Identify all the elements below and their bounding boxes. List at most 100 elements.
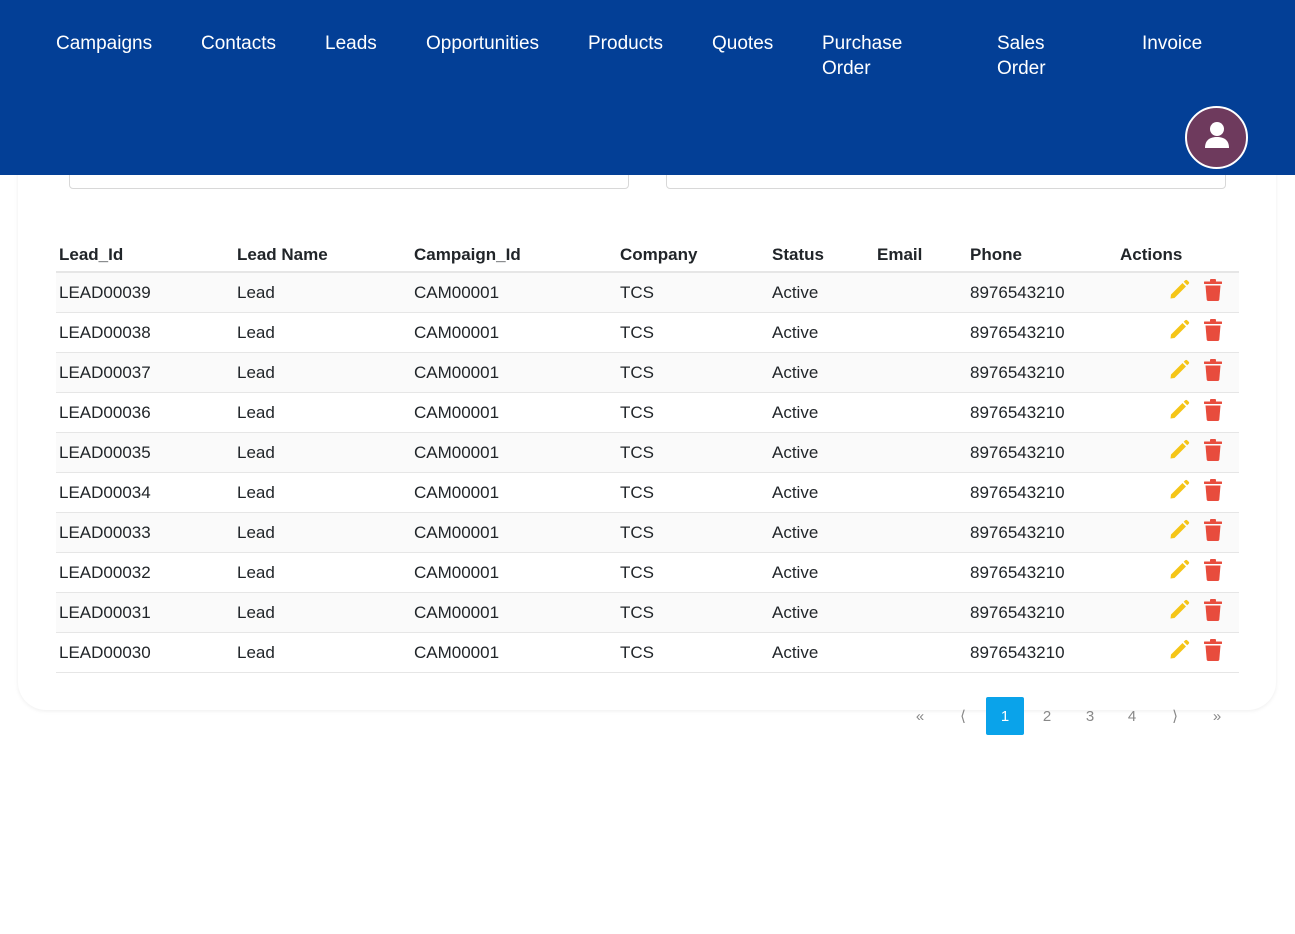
header-email[interactable]: Email <box>874 239 967 273</box>
cell-actions <box>1117 392 1239 433</box>
edit-button[interactable] <box>1168 399 1190 426</box>
cell-email <box>874 552 967 593</box>
edit-button[interactable] <box>1168 439 1190 466</box>
cell-company: TCS <box>617 272 769 313</box>
cell-lead-id: LEAD00030 <box>56 632 234 673</box>
cell-phone: 8976543210 <box>967 472 1117 513</box>
leads-table: Lead_Id Lead Name Campaign_Id Company St… <box>56 239 1239 673</box>
cell-actions <box>1117 512 1239 553</box>
cell-phone: 8976543210 <box>967 272 1117 313</box>
cell-company: TCS <box>617 432 769 473</box>
edit-button[interactable] <box>1168 639 1190 666</box>
delete-button[interactable] <box>1204 359 1222 386</box>
cell-status: Active <box>769 352 874 393</box>
cell-status: Active <box>769 632 874 673</box>
pencil-icon <box>1168 639 1190 665</box>
nav-item-leads[interactable]: Leads <box>325 31 377 56</box>
delete-button[interactable] <box>1204 559 1222 586</box>
trash-icon <box>1204 399 1222 425</box>
header-phone[interactable]: Phone <box>967 239 1117 273</box>
cell-lead-name: Lead <box>234 392 411 433</box>
edit-button[interactable] <box>1168 599 1190 626</box>
header-lead-name[interactable]: Lead Name <box>234 239 411 273</box>
cell-email <box>874 352 967 393</box>
nav-item-products[interactable]: Products <box>588 31 663 56</box>
nav-item-sales-order[interactable]: Sales Order <box>997 31 1067 81</box>
cell-company: TCS <box>617 312 769 353</box>
header-actions: Actions <box>1117 239 1239 273</box>
cell-actions <box>1117 272 1239 313</box>
cell-lead-name: Lead <box>234 512 411 553</box>
cell-lead-name: Lead <box>234 472 411 513</box>
edit-button[interactable] <box>1168 279 1190 306</box>
cell-actions <box>1117 592 1239 633</box>
cell-status: Active <box>769 272 874 313</box>
delete-button[interactable] <box>1204 279 1222 306</box>
cell-lead-name: Lead <box>234 632 411 673</box>
cell-lead-id: LEAD00036 <box>56 392 234 433</box>
cell-company: TCS <box>617 512 769 553</box>
cell-actions <box>1117 472 1239 513</box>
cell-phone: 8976543210 <box>967 512 1117 553</box>
pagination-page-1[interactable]: 1 <box>986 697 1024 735</box>
nav-item-invoice[interactable]: Invoice <box>1142 31 1202 56</box>
cell-lead-id: LEAD00033 <box>56 512 234 553</box>
cell-campaign-id: CAM00001 <box>411 512 617 553</box>
table-row: LEAD00036 Lead CAM00001 TCS Active 8976543210 <box>56 392 1239 433</box>
delete-button[interactable] <box>1204 479 1222 506</box>
profile-avatar-button[interactable] <box>1185 106 1248 169</box>
nav-item-opportunities[interactable]: Opportunities <box>426 31 539 56</box>
trash-icon <box>1204 359 1222 385</box>
edit-button[interactable] <box>1168 359 1190 386</box>
pencil-icon <box>1168 599 1190 625</box>
cell-lead-name: Lead <box>234 552 411 593</box>
pencil-icon <box>1168 559 1190 585</box>
table-row: LEAD00038 Lead CAM00001 TCS Active 8976543210 <box>56 312 1239 353</box>
cell-company: TCS <box>617 632 769 673</box>
cell-status: Active <box>769 432 874 473</box>
delete-button[interactable] <box>1204 599 1222 626</box>
pencil-icon <box>1168 479 1190 505</box>
table-row: LEAD00039 Lead CAM00001 TCS Active 8976543210 <box>56 272 1239 313</box>
trash-icon <box>1204 639 1222 665</box>
pagination-next[interactable]: ⟩ <box>1160 697 1190 735</box>
table-row: LEAD00030 Lead CAM00001 TCS Active 8976543210 <box>56 632 1239 673</box>
pagination-first[interactable]: « <box>905 697 935 735</box>
delete-button[interactable] <box>1204 439 1222 466</box>
header-campaign-id[interactable]: Campaign_Id <box>411 239 617 273</box>
header-status[interactable]: Status <box>769 239 874 273</box>
cell-lead-name: Lead <box>234 312 411 353</box>
delete-button[interactable] <box>1204 519 1222 546</box>
cell-status: Active <box>769 512 874 553</box>
cell-lead-id: LEAD00035 <box>56 432 234 473</box>
pagination-page-4[interactable]: 4 <box>1117 697 1147 735</box>
pagination-page-3[interactable]: 3 <box>1075 697 1105 735</box>
pagination-prev[interactable]: ⟨ <box>948 697 978 735</box>
cell-phone: 8976543210 <box>967 312 1117 353</box>
cell-campaign-id: CAM00001 <box>411 432 617 473</box>
cell-actions <box>1117 352 1239 393</box>
cell-email <box>874 432 967 473</box>
top-nav-bar: Campaigns Contacts Leads Opportunities P… <box>0 0 1295 175</box>
cell-company: TCS <box>617 352 769 393</box>
trash-icon <box>1204 519 1222 545</box>
edit-button[interactable] <box>1168 519 1190 546</box>
cell-lead-id: LEAD00039 <box>56 272 234 313</box>
edit-button[interactable] <box>1168 559 1190 586</box>
nav-item-campaigns[interactable]: Campaigns <box>56 31 152 56</box>
header-lead-id[interactable]: Lead_Id <box>56 239 234 273</box>
header-company[interactable]: Company <box>617 239 769 273</box>
cell-campaign-id: CAM00001 <box>411 352 617 393</box>
nav-item-purchase-order[interactable]: Purchase Order <box>822 31 922 81</box>
nav-item-quotes[interactable]: Quotes <box>712 31 773 56</box>
pagination-page-2[interactable]: 2 <box>1032 697 1062 735</box>
delete-button[interactable] <box>1204 639 1222 666</box>
edit-button[interactable] <box>1168 479 1190 506</box>
delete-button[interactable] <box>1204 319 1222 346</box>
cell-campaign-id: CAM00001 <box>411 472 617 513</box>
pagination-last[interactable]: » <box>1202 697 1232 735</box>
delete-button[interactable] <box>1204 399 1222 426</box>
cell-campaign-id: CAM00001 <box>411 632 617 673</box>
edit-button[interactable] <box>1168 319 1190 346</box>
nav-item-contacts[interactable]: Contacts <box>201 31 276 56</box>
